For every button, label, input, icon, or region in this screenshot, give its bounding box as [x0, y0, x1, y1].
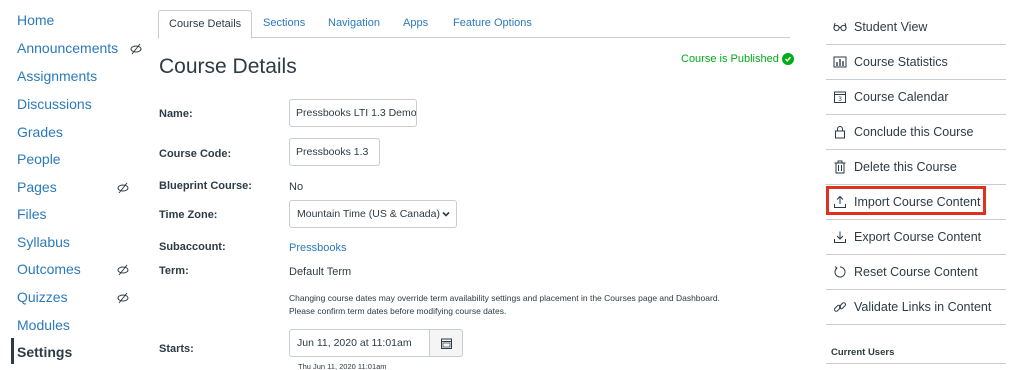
link-icon: [833, 300, 847, 314]
conclude-course-label: Conclude this Course: [854, 125, 974, 139]
current-users-heading: Current Users: [831, 347, 895, 358]
nav-item-label: Quizzes: [17, 289, 68, 305]
nav-item-grades[interactable]: Grades: [17, 124, 63, 140]
eye-slash-icon: [117, 182, 129, 194]
glasses-icon: [833, 20, 847, 34]
course-calendar-label: Course Calendar: [854, 90, 949, 104]
date-picker-button[interactable]: [429, 329, 463, 357]
note-line: Please confirm term dates before modifyi…: [289, 306, 507, 316]
student-view-button[interactable]: Student View: [826, 10, 1006, 45]
nav-item-people[interactable]: People: [17, 151, 61, 167]
export-course-content-button[interactable]: Export Course Content: [826, 220, 1006, 255]
delete-course-button[interactable]: Delete this Course: [826, 150, 1006, 185]
settings-tabs: Course Details Sections Navigation Apps …: [158, 10, 790, 39]
blueprint-label: Blueprint Course:: [159, 180, 252, 192]
nav-item-settings[interactable]: Settings: [17, 344, 72, 360]
name-input[interactable]: Pressbooks LTI 1.3 Demo: [289, 99, 417, 127]
nav-item-modules[interactable]: Modules: [17, 317, 70, 333]
nav-item-label: Pages: [17, 179, 57, 195]
eye-slash-icon: [117, 292, 129, 304]
course-calendar-button[interactable]: 3 Course Calendar: [826, 80, 1006, 115]
nav-item-label: People: [17, 151, 61, 167]
course-navigation: Home Announcements Assignments Discussio…: [0, 0, 150, 370]
reset-icon: [833, 265, 847, 279]
reset-course-content-label: Reset Course Content: [854, 265, 978, 279]
nav-item-announcements[interactable]: Announcements: [17, 40, 142, 56]
calendar-icon: 3: [833, 90, 847, 104]
nav-item-discussions[interactable]: Discussions: [17, 96, 92, 112]
date-warning-note: Changing course dates may override term …: [289, 292, 779, 318]
subaccount-label: Subaccount:: [159, 241, 226, 253]
note-line: Changing course dates may override term …: [289, 293, 720, 303]
name-label: Name:: [159, 108, 193, 120]
export-course-content-label: Export Course Content: [854, 230, 982, 244]
nav-item-outcomes[interactable]: Outcomes: [17, 261, 147, 277]
nav-item-label: Discussions: [17, 96, 92, 112]
nav-item-files[interactable]: Files: [17, 206, 47, 222]
eye-slash-icon: [130, 43, 142, 55]
lock-icon: [833, 125, 847, 139]
course-code-input[interactable]: Pressbooks 1.3: [289, 138, 380, 166]
validate-links-button[interactable]: Validate Links in Content: [826, 290, 1006, 325]
tab-feature-options[interactable]: Feature Options: [453, 10, 532, 38]
active-indicator: [11, 338, 14, 364]
nav-item-assignments[interactable]: Assignments: [17, 68, 97, 84]
tab-navigation[interactable]: Navigation: [328, 10, 380, 38]
check-circle-icon: [781, 53, 794, 65]
term-value: Default Term: [289, 266, 352, 278]
student-view-label: Student View: [854, 20, 928, 34]
nav-item-label: Syllabus: [17, 234, 70, 250]
chevron-down-icon: [442, 211, 450, 217]
validate-links-label: Validate Links in Content: [854, 300, 992, 314]
nav-item-label: Files: [17, 206, 47, 222]
eye-slash-icon: [117, 264, 129, 276]
nav-item-label: Outcomes: [17, 261, 81, 277]
nav-item-quizzes[interactable]: Quizzes: [17, 289, 147, 305]
nav-item-label: Modules: [17, 317, 70, 333]
highlight-box: [826, 186, 986, 215]
nav-item-pages[interactable]: Pages: [17, 179, 147, 195]
conclude-course-button[interactable]: Conclude this Course: [826, 115, 1006, 150]
bar-chart-icon: [833, 55, 847, 69]
reset-course-content-button[interactable]: Reset Course Content: [826, 255, 1006, 290]
nav-item-label: Settings: [17, 344, 73, 360]
term-label: Term:: [159, 265, 189, 277]
tab-apps[interactable]: Apps: [403, 10, 428, 38]
download-icon: [833, 230, 847, 244]
svg-text:3: 3: [838, 96, 842, 103]
start-date-hint: Thu Jun 11, 2020 11:01am: [298, 362, 387, 370]
nav-item-home[interactable]: Home: [17, 12, 54, 28]
nav-item-label: Grades: [17, 124, 63, 140]
calendar-icon: [440, 338, 452, 349]
blueprint-value: No: [289, 181, 304, 193]
published-label: Course is Published: [681, 53, 779, 65]
nav-item-label: Assignments: [17, 68, 98, 84]
course-actions-sidebar: Student View Course Statistics 3 Course …: [826, 0, 1006, 370]
delete-course-label: Delete this Course: [854, 160, 957, 174]
tab-course-details[interactable]: Course Details: [158, 10, 253, 39]
published-status: Course is Published: [681, 53, 794, 65]
course-code-label: Course Code:: [159, 148, 232, 160]
nav-item-label: Home: [17, 12, 55, 28]
course-statistics-button[interactable]: Course Statistics: [826, 45, 1006, 80]
nav-item-label: Announcements: [17, 40, 119, 56]
trash-icon: [833, 160, 847, 174]
tab-sections[interactable]: Sections: [263, 10, 305, 38]
page-title: Course Details: [159, 55, 297, 78]
time-zone-value: Mountain Time (US & Canada): [297, 208, 440, 220]
nav-item-syllabus[interactable]: Syllabus: [17, 234, 70, 250]
time-zone-label: Time Zone:: [159, 209, 218, 221]
starts-label: Starts:: [159, 343, 194, 355]
course-statistics-label: Course Statistics: [854, 55, 948, 69]
divider: [826, 363, 1006, 364]
start-date-input[interactable]: Jun 11, 2020 at 11:01am: [289, 329, 429, 357]
subaccount-link[interactable]: Pressbooks: [289, 242, 346, 254]
time-zone-select[interactable]: Mountain Time (US & Canada): [289, 200, 457, 228]
